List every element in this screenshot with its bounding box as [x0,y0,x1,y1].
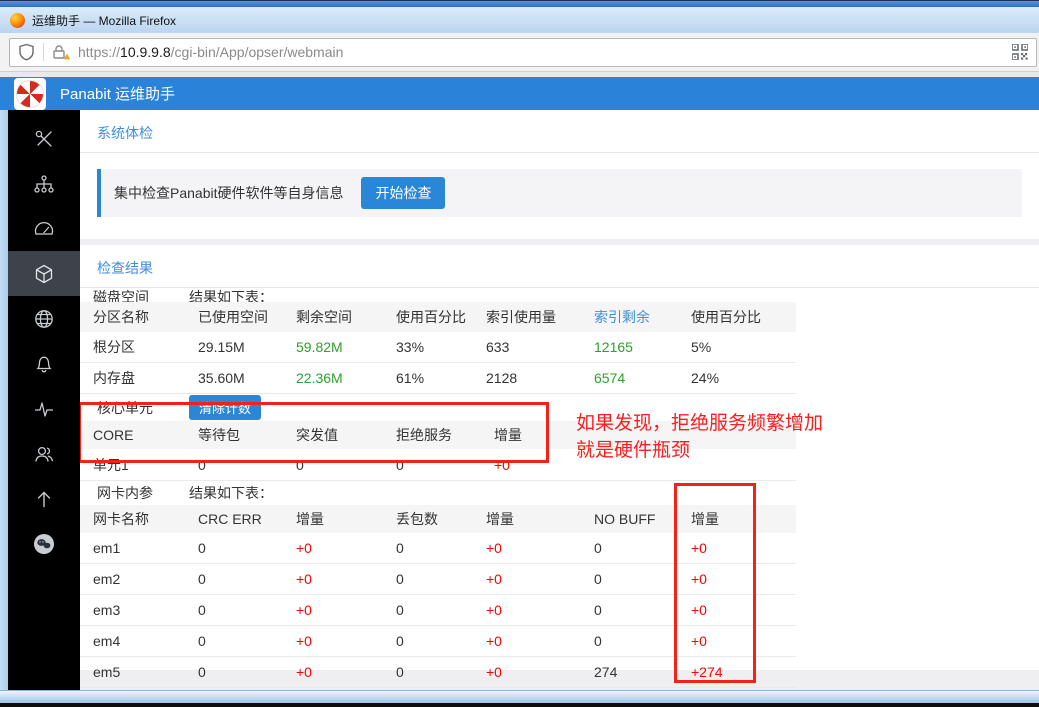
annotation-text: 如果发现，拒绝服务频繁增加 就是硬件瓶颈 [576,410,823,464]
system-check-title: 系统体检 [80,110,1039,153]
core-table: CORE 等待包 突发值 拒绝服务 增量 单元1 0 0 0 +0 [80,421,1039,481]
disk-space-label: 磁盘空间 [93,289,149,302]
sidebar-nav [8,110,80,690]
col-header: 增量 [486,511,514,527]
system-check-info-text: 集中检查Panabit硬件软件等自身信息 [114,185,344,201]
sidebar-item-network[interactable] [8,296,80,341]
app-header: Panabit 运维助手 [0,77,1039,110]
window-top-border [0,0,1039,7]
annotation-line2: 就是硬件瓶颈 [576,440,691,461]
browser-window: 运维助手 — Mozilla Firefox https://10.9.9.8/… [0,0,1039,707]
col-header-link[interactable]: 索引剩余 [594,307,691,327]
table-row: em4 0 +0 0 +0 0 +0 [80,626,796,657]
url-text[interactable]: https://10.9.9.8/cgi-bin/App/opser/webma… [78,44,343,60]
sidebar-item-wechat[interactable] [8,521,80,566]
disk-space-note: 结果如下表： [189,289,273,302]
col-header: 等待包 [198,427,240,443]
system-check-info-box: 集中检查Panabit硬件软件等自身信息 开始检查 [97,169,1022,217]
nic-label: 网卡内参 [97,485,153,501]
url-host: 10.9.9.8 [120,44,171,60]
urlbar-separator [43,43,44,61]
sidebar-item-upload[interactable] [8,476,80,521]
col-header: 已使用空间 [198,309,268,325]
clear-count-button[interactable]: 清除计数 [189,395,262,420]
window-titlebar[interactable]: 运维助手 — Mozilla Firefox [0,7,1039,33]
col-header: 增量 [691,511,719,527]
core-label: 核心单元 [97,399,153,416]
sidebar-item-system-check[interactable] [8,251,80,296]
table-row: em2 0 +0 0 +0 0 +0 [80,564,796,595]
col-header: 拒绝服务 [396,427,452,443]
url-scheme: https:// [78,44,121,60]
table-row: em1 0 +0 0 +0 0 +0 [80,533,796,564]
tracking-protection-shield-icon[interactable] [18,43,35,61]
nic-note: 结果如下表： [189,485,273,501]
nic-table: 网卡名称 CRC ERR 增量 丢包数 增量 NO BUFF 增量 em1 0 … [80,505,1039,688]
col-header: CORE [93,427,134,443]
main-content: 系统体检 集中检查Panabit硬件软件等自身信息 开始检查 检查结果 磁盘空间… [80,110,1039,690]
sidebar-item-monitor[interactable] [8,386,80,431]
app-brand-title: Panabit 运维助手 [60,86,176,103]
results-title: 检查结果 [80,245,1039,288]
col-header: 分区名称 [93,309,149,325]
sidebar-item-tools[interactable] [8,116,80,161]
topology-icon [34,174,54,193]
panabit-logo [14,77,46,110]
col-header: NO BUFF [594,511,656,527]
nic-table-header: 网卡名称 CRC ERR 增量 丢包数 增量 NO BUFF 增量 [80,505,796,533]
table-row: 根分区 29.15M 59.82M 33% 633 12165 5% [80,332,796,363]
col-header: 使用百分比 [691,309,761,325]
browser-toolbar: https://10.9.9.8/cgi-bin/App/opser/webma… [0,33,1039,71]
disk-table: 分区名称 已使用空间 剩余空间 使用百分比 索引使用量 索引剩余 使用百分比 根… [80,302,1039,394]
window-bottom-border [0,690,1039,707]
table-row: 内存盘 35.60M 22.36M 61% 2128 6574 24% [80,363,796,394]
col-header: 增量 [296,511,324,527]
table-row: em3 0 +0 0 +0 0 +0 [80,595,796,626]
pulse-icon [35,401,53,417]
dashboard-icon [34,221,54,235]
disk-space-clipped-row: 磁盘空间 结果如下表： [80,288,1039,302]
window-title: 运维助手 — Mozilla Firefox [32,13,177,28]
col-header: 剩余空间 [296,309,352,325]
umbrella-logo-icon [16,79,44,108]
table-row: em5 0 +0 0 +0 274 +274 [80,657,796,688]
start-check-button[interactable]: 开始检查 [361,177,446,209]
url-path: /cgi-bin/App/opser/webmain [170,44,344,60]
window-left-border [0,110,8,690]
col-header: 突发值 [296,427,338,443]
url-bar[interactable]: https://10.9.9.8/cgi-bin/App/opser/webma… [9,37,1037,67]
insecure-lock-icon[interactable] [52,44,70,60]
annotation-line1: 如果发现，拒绝服务频繁增加 [576,413,824,434]
upload-icon [37,491,51,507]
wechat-icon [34,533,54,554]
firefox-icon [10,12,25,28]
col-header: 丢包数 [396,511,438,527]
sidebar-item-dashboard[interactable] [8,206,80,251]
system-check-card: 系统体检 集中检查Panabit硬件软件等自身信息 开始检查 [80,110,1039,239]
col-header: 索引使用量 [486,309,556,325]
core-section-row: 核心单元 清除计数 [80,394,1039,421]
sidebar-item-topology[interactable] [8,161,80,206]
cube-icon [35,264,53,283]
bell-icon [36,356,52,372]
tools-icon [35,130,52,147]
disk-table-header: 分区名称 已使用空间 剩余空间 使用百分比 索引使用量 索引剩余 使用百分比 [80,302,796,332]
col-header: CRC ERR [198,511,262,527]
col-header: 使用百分比 [396,309,466,325]
col-header: 网卡名称 [93,511,149,527]
users-icon [35,446,53,462]
globe-icon [35,309,53,328]
results-card: 检查结果 磁盘空间 结果如下表： 分区名称 已使用空间 剩余空间 使用百分比 索… [80,245,1039,688]
qr-code-icon[interactable] [1012,44,1028,60]
nic-section-row: 网卡内参 结果如下表： [80,481,1039,505]
sidebar-item-alerts[interactable] [8,341,80,386]
sidebar-item-users[interactable] [8,431,80,476]
